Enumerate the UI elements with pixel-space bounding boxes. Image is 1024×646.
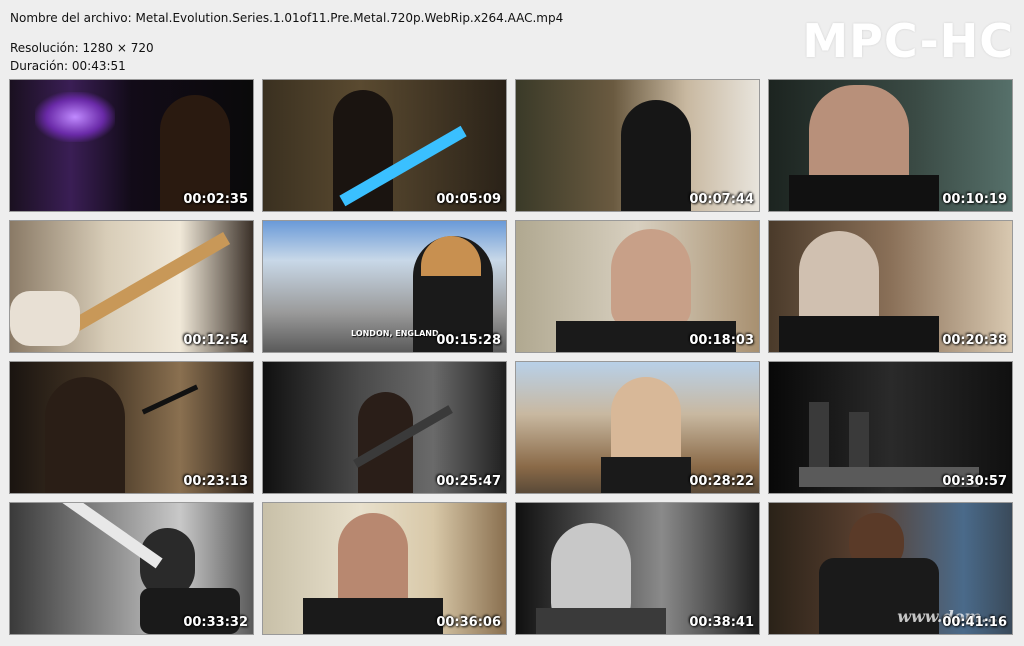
timestamp: 00:10:19 [942, 192, 1007, 207]
thumbnail-frame[interactable]: LONDON, ENGLAND 00:15:28 [262, 220, 507, 353]
thumbnail-frame[interactable]: 00:12:54 [9, 220, 254, 353]
thumbnail-grid: 00:02:35 00:05:09 00:07:44 00:10:19 00:1… [9, 79, 1013, 635]
thumbnail-frame[interactable]: 00:25:47 [262, 361, 507, 494]
timestamp: 00:18:03 [689, 333, 754, 348]
duration-value: 00:43:51 [71, 59, 126, 73]
timestamp: 00:38:41 [689, 615, 754, 630]
timestamp: 00:36:06 [436, 615, 501, 630]
subtitle: LONDON, ENGLAND [351, 329, 439, 338]
duration-line: Duración: 00:43:51 [10, 57, 563, 75]
thumbnail-frame[interactable]: 00:23:13 [9, 361, 254, 494]
resolution-label: Resolución: [10, 41, 79, 55]
timestamp: 00:12:54 [183, 333, 248, 348]
thumbnail-frame[interactable]: 00:33:32 [9, 502, 254, 635]
thumbnail-frame[interactable]: 00:38:41 [515, 502, 760, 635]
file-name-line: Nombre del archivo: Metal.Evolution.Seri… [10, 9, 563, 27]
mpc-hc-logo: MPC-HC [802, 14, 1014, 68]
thumbnail-frame[interactable]: 00:07:44 [515, 79, 760, 212]
resolution-value: 1280 × 720 [82, 41, 154, 55]
thumbnail-frame[interactable]: 00:02:35 [9, 79, 254, 212]
file-name-label: Nombre del archivo: [10, 11, 132, 25]
timestamp: 00:20:38 [942, 333, 1007, 348]
thumbnail-frame[interactable]: www.dom... 00:41:16 [768, 502, 1013, 635]
resolution-line: Resolución: 1280 × 720 [10, 39, 563, 57]
timestamp: 00:23:13 [183, 474, 248, 489]
timestamp: 00:07:44 [689, 192, 754, 207]
timestamp: 00:30:57 [942, 474, 1007, 489]
timestamp: 00:05:09 [436, 192, 501, 207]
duration-label: Duración: [10, 59, 69, 73]
thumbnail-frame[interactable]: 00:18:03 [515, 220, 760, 353]
thumbnail-frame[interactable]: 00:10:19 [768, 79, 1013, 212]
thumbnail-frame[interactable]: 00:05:09 [262, 79, 507, 212]
thumbnail-frame[interactable]: 00:28:22 [515, 361, 760, 494]
thumbnail-frame[interactable]: 00:30:57 [768, 361, 1013, 494]
file-name: Metal.Evolution.Series.1.01of11.Pre.Meta… [135, 11, 564, 25]
timestamp: 00:25:47 [436, 474, 501, 489]
timestamp: 00:33:32 [183, 615, 248, 630]
thumbnail-frame[interactable]: 00:36:06 [262, 502, 507, 635]
timestamp: 00:02:35 [183, 192, 248, 207]
timestamp: 00:15:28 [436, 333, 501, 348]
timestamp: 00:28:22 [689, 474, 754, 489]
thumbnail-frame[interactable]: 00:20:38 [768, 220, 1013, 353]
file-info: Nombre del archivo: Metal.Evolution.Seri… [10, 9, 563, 75]
timestamp: 00:41:16 [942, 615, 1007, 630]
